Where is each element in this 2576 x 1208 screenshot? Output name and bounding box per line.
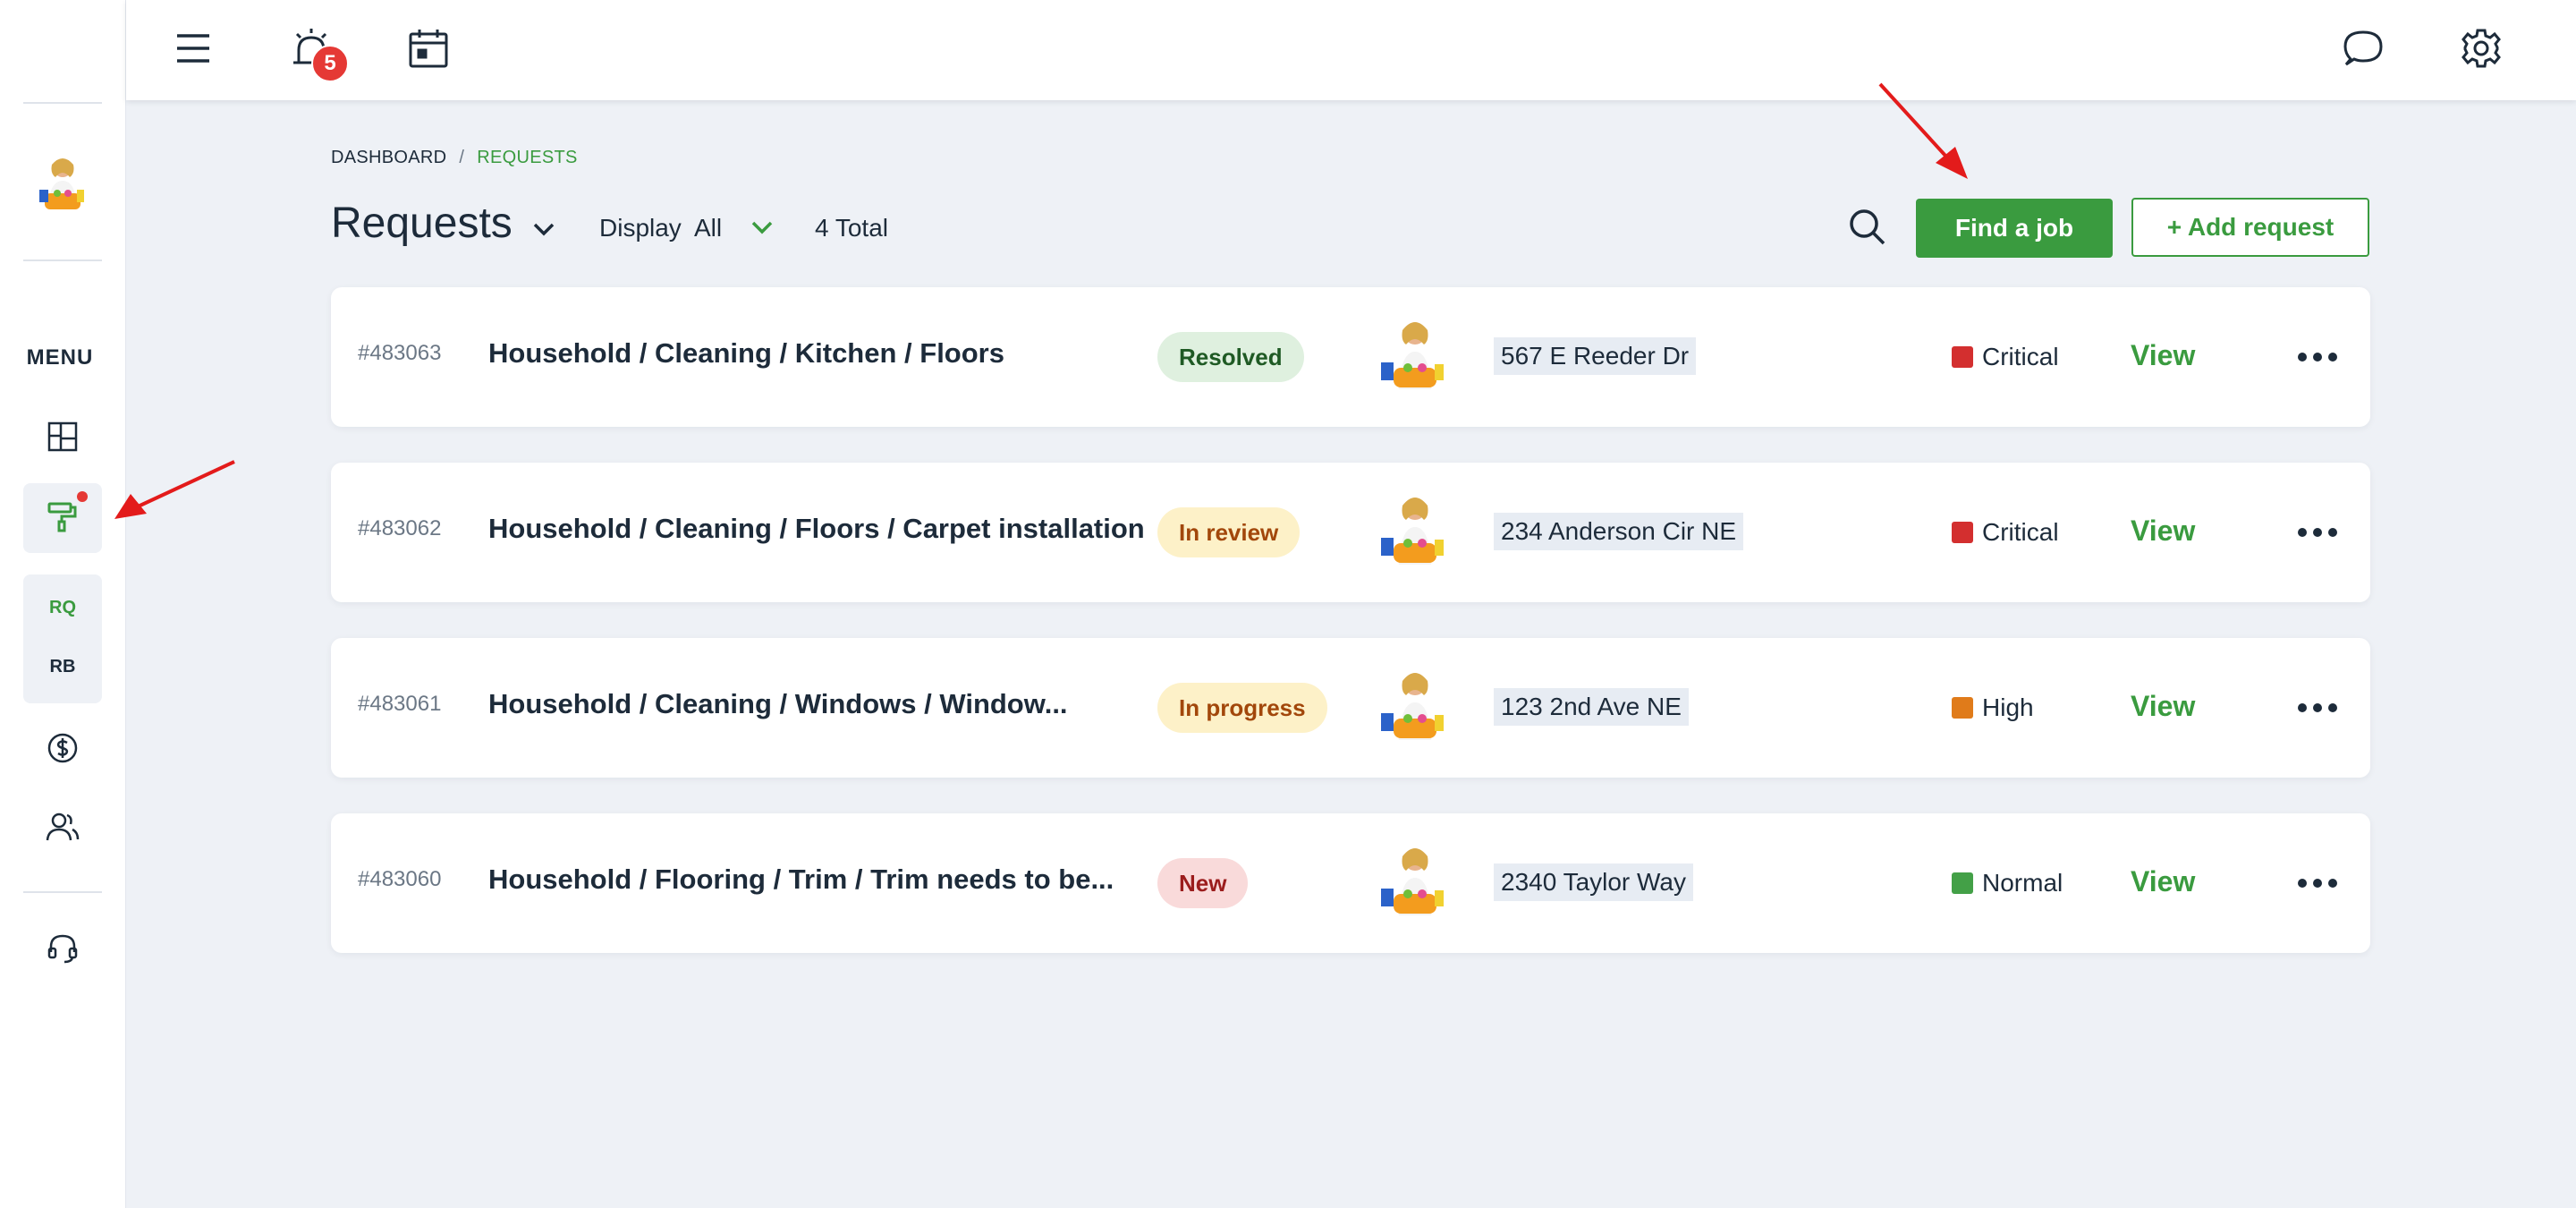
display-filter-value[interactable]: All <box>694 214 722 242</box>
request-title[interactable]: Household / Cleaning / Kitchen / Floors <box>488 337 1004 370</box>
request-address: 567 E Reeder Dr <box>1494 337 1697 375</box>
status-badge: Resolved <box>1157 332 1304 382</box>
more-options-icon[interactable] <box>2295 865 2340 901</box>
notifications-badge: 5 <box>311 45 349 82</box>
search-icon[interactable] <box>1844 204 1889 249</box>
view-link[interactable]: View <box>2131 515 2195 548</box>
assignee-avatar <box>1381 848 1444 915</box>
view-link[interactable]: View <box>2131 865 2195 898</box>
sidebar: MENU RQ RB <box>0 0 126 1208</box>
breadcrumb: DASHBOARD / REQUESTS <box>331 148 578 168</box>
priority-indicator <box>1952 522 1973 543</box>
more-options-icon[interactable] <box>2295 515 2340 550</box>
headset-icon[interactable] <box>41 927 84 970</box>
request-title[interactable]: Household / Flooring / Trim / Trim needs… <box>488 863 1114 896</box>
find-job-button[interactable]: Find a job <box>1916 199 2113 258</box>
company-logo[interactable] <box>34 154 91 218</box>
submenu-item-rb[interactable]: RB <box>23 657 102 677</box>
priority-label: High <box>1982 693 2034 721</box>
sidebar-divider <box>23 102 102 104</box>
request-id: #483060 <box>358 867 442 891</box>
assignee-avatar <box>1381 673 1444 740</box>
request-title[interactable]: Household / Cleaning / Windows / Window.… <box>488 688 1068 720</box>
annotation-arrow-icon <box>114 460 235 519</box>
request-address: 234 Anderson Cir NE <box>1494 513 1744 550</box>
calendar-icon[interactable] <box>403 23 453 73</box>
total-count: 4 Total <box>815 214 888 242</box>
more-options-icon[interactable] <box>2295 690 2340 726</box>
notification-dot <box>77 491 88 502</box>
request-title[interactable]: Household / Cleaning / Floors / Carpet i… <box>488 513 1145 545</box>
chat-icon[interactable] <box>2338 23 2388 73</box>
menu-icon[interactable] <box>168 23 218 73</box>
more-options-icon[interactable] <box>2295 339 2340 375</box>
request-card[interactable]: #483061 Household / Cleaning / Windows /… <box>331 638 2370 778</box>
priority-label: Critical <box>1982 343 2059 370</box>
add-request-button[interactable]: + Add request <box>2131 198 2369 257</box>
chevron-down-icon[interactable] <box>528 213 560 245</box>
request-address: 2340 Taylor Way <box>1494 863 1693 901</box>
priority-indicator <box>1952 872 1973 894</box>
requests-submenu: RQ RB <box>23 574 102 703</box>
assignee-avatar <box>1381 322 1444 389</box>
dashboard-icon[interactable] <box>41 415 84 458</box>
status-badge: In progress <box>1157 683 1327 733</box>
chevron-down-icon[interactable] <box>748 213 776 242</box>
dollar-icon[interactable] <box>41 727 84 770</box>
display-filter-label: Display <box>599 214 682 242</box>
request-card[interactable]: #483063 Household / Cleaning / Kitchen /… <box>331 287 2370 427</box>
priority-indicator <box>1952 697 1973 719</box>
view-link[interactable]: View <box>2131 690 2195 723</box>
paint-roller-icon[interactable] <box>41 496 84 539</box>
sidebar-divider <box>23 891 102 893</box>
annotation-arrow-icon <box>1878 82 1968 179</box>
breadcrumb-dashboard[interactable]: DASHBOARD <box>331 148 446 167</box>
status-badge: New <box>1157 858 1249 908</box>
breadcrumb-separator: / <box>459 148 465 167</box>
submenu-item-rq[interactable]: RQ <box>23 598 102 618</box>
assignee-avatar <box>1381 498 1444 565</box>
request-card[interactable]: #483060 Household / Flooring / Trim / Tr… <box>331 813 2370 953</box>
page-title[interactable]: Requests <box>331 199 513 248</box>
sidebar-divider <box>23 259 102 261</box>
request-id: #483063 <box>358 341 442 365</box>
breadcrumb-requests: REQUESTS <box>477 148 578 167</box>
users-icon[interactable] <box>41 805 84 848</box>
request-id: #483061 <box>358 692 442 716</box>
menu-label: MENU <box>26 345 94 370</box>
request-id: #483062 <box>358 516 442 540</box>
gear-icon[interactable] <box>2456 23 2506 73</box>
top-bar <box>126 0 2576 100</box>
request-address: 123 2nd Ave NE <box>1494 688 1689 726</box>
priority-label: Normal <box>1982 869 2063 897</box>
request-card[interactable]: #483062 Household / Cleaning / Floors / … <box>331 463 2370 602</box>
view-link[interactable]: View <box>2131 339 2195 372</box>
priority-label: Critical <box>1982 518 2059 546</box>
status-badge: In review <box>1157 507 1301 557</box>
priority-indicator <box>1952 346 1973 368</box>
